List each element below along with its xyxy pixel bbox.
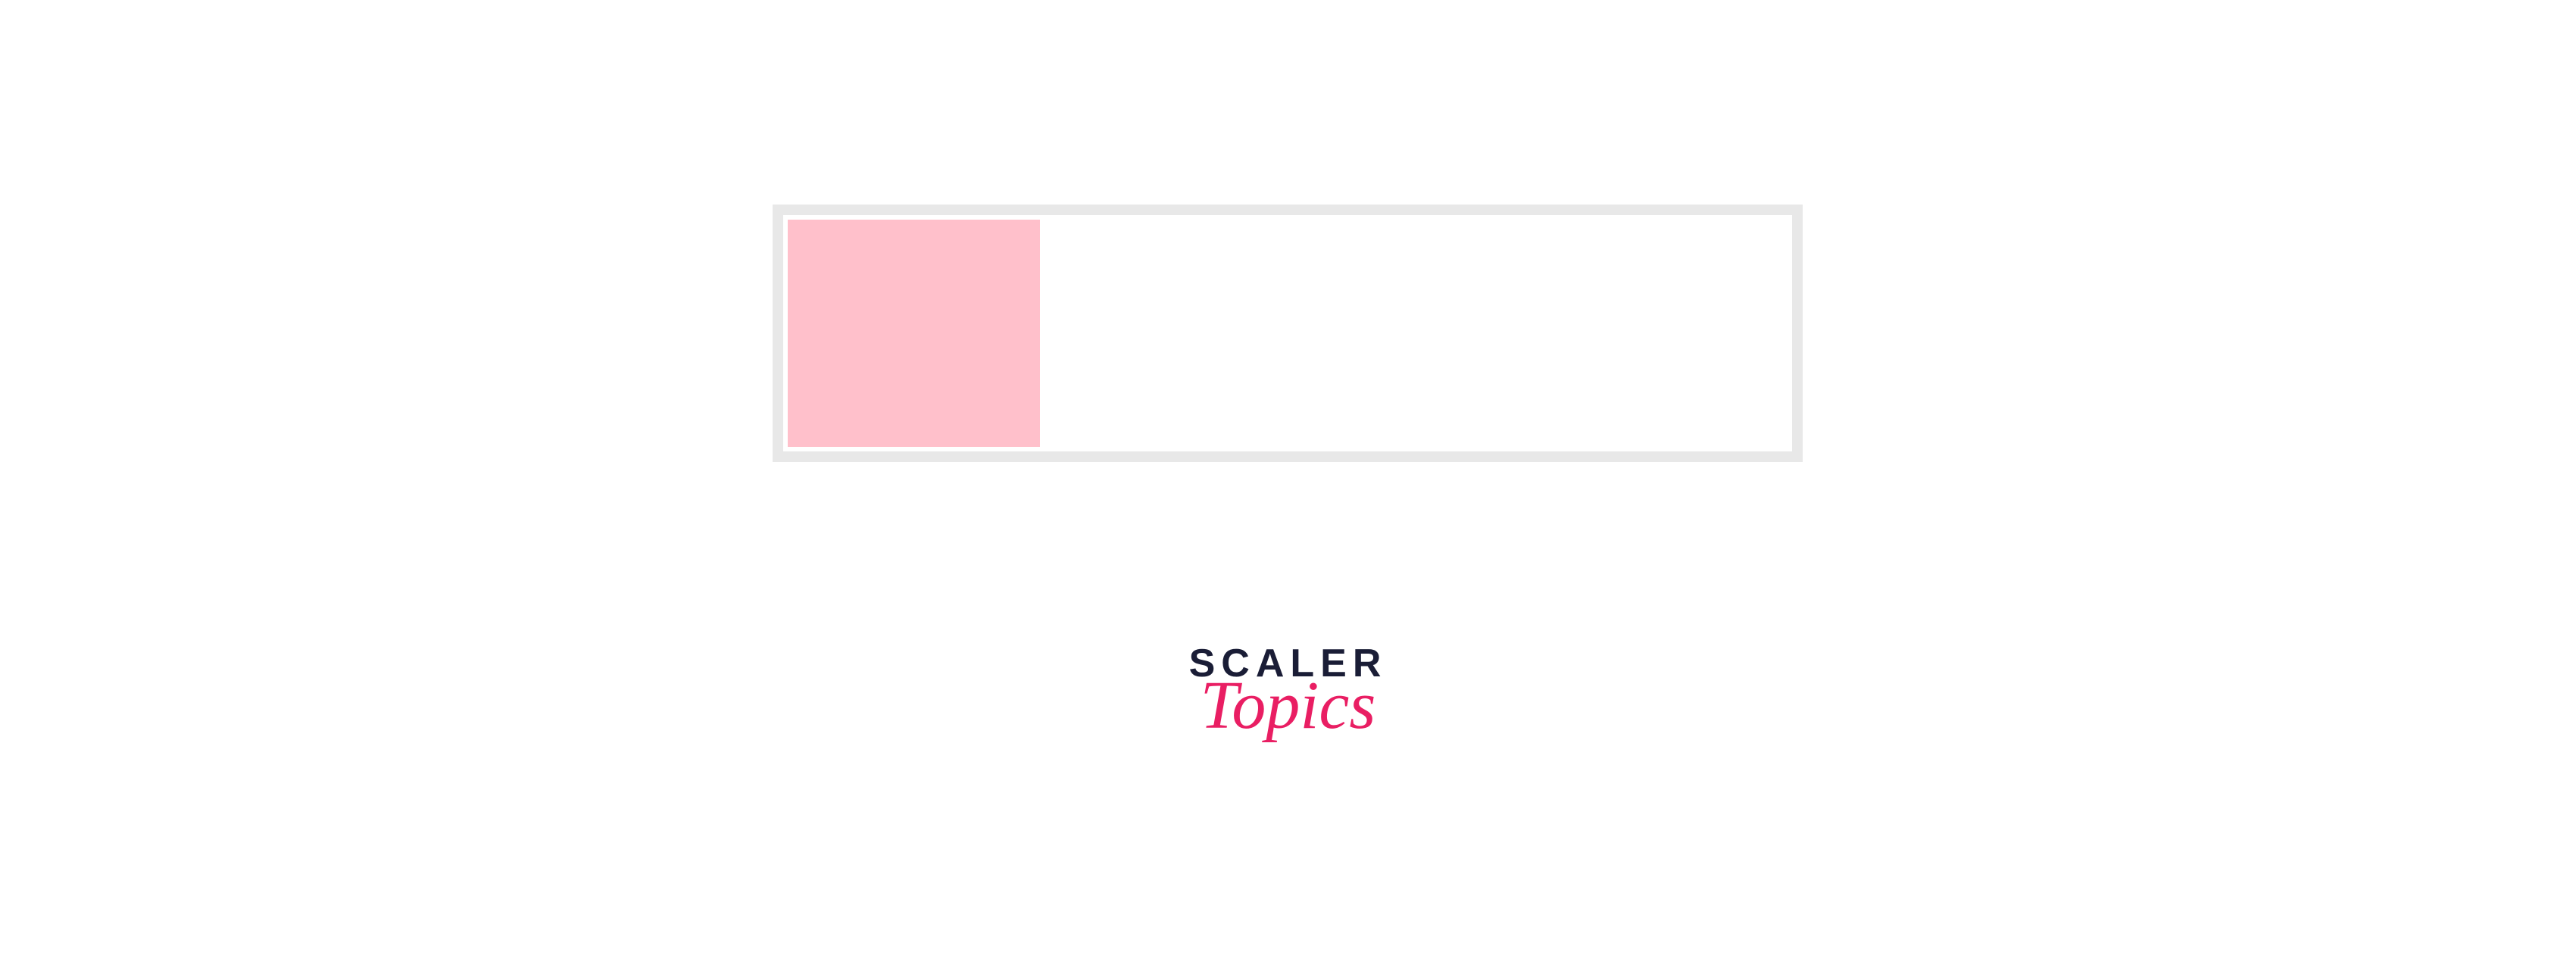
logo-bottom-text: Topics [1189,679,1388,733]
progress-bar-fill [788,220,1040,447]
progress-bar-track [773,205,1803,462]
brand-logo: SCALER Topics [1189,644,1388,733]
